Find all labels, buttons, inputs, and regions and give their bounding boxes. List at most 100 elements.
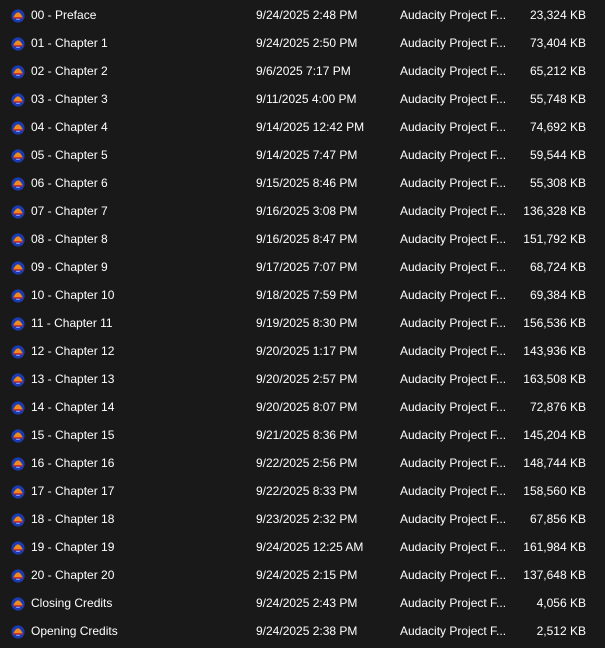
file-size: 4,056 KB — [536, 596, 586, 610]
file-list: 00 - Preface 9/24/2025 2:48 PM Audacity … — [0, 0, 605, 648]
file-date-modified: 9/11/2025 4:00 PM — [256, 92, 357, 106]
audacity-icon — [11, 597, 25, 611]
file-row[interactable]: 02 - Chapter 2 9/6/2025 7:17 PM Audacity… — [0, 57, 605, 85]
file-row[interactable]: 17 - Chapter 17 9/22/2025 8:33 PM Audaci… — [0, 477, 605, 505]
audacity-icon — [11, 149, 25, 163]
file-size: 137,648 KB — [523, 568, 586, 582]
file-row[interactable]: 01 - Chapter 1 9/24/2025 2:50 PM Audacit… — [0, 29, 605, 57]
file-row[interactable]: Opening Credits 9/24/2025 2:38 PM Audaci… — [0, 617, 605, 645]
file-date-modified: 9/14/2025 7:47 PM — [256, 148, 358, 162]
file-type: Audacity Project F... — [400, 232, 507, 246]
file-row[interactable]: 08 - Chapter 8 9/16/2025 8:47 PM Audacit… — [0, 225, 605, 253]
audacity-icon — [11, 261, 25, 275]
audacity-icon — [11, 429, 25, 443]
file-name: 15 - Chapter 15 — [31, 428, 115, 442]
file-row[interactable]: 09 - Chapter 9 9/17/2025 7:07 PM Audacit… — [0, 253, 605, 281]
audacity-icon — [11, 93, 25, 107]
file-type: Audacity Project F... — [400, 568, 507, 582]
file-type: Audacity Project F... — [400, 288, 507, 302]
file-size: 23,324 KB — [529, 8, 586, 22]
file-date-modified: 9/22/2025 2:56 PM — [256, 456, 358, 470]
audacity-icon — [11, 317, 25, 331]
file-date-modified: 9/15/2025 8:46 PM — [256, 176, 358, 190]
file-size: 136,328 KB — [523, 204, 586, 218]
file-name: 12 - Chapter 12 — [31, 344, 115, 358]
file-size: 148,744 KB — [523, 456, 586, 470]
file-size: 143,936 KB — [523, 344, 586, 358]
file-size: 74,692 KB — [529, 120, 586, 134]
file-type: Audacity Project F... — [400, 484, 507, 498]
file-name: 13 - Chapter 13 — [31, 372, 115, 386]
file-date-modified: 9/6/2025 7:17 PM — [256, 64, 351, 78]
file-row[interactable]: 18 - Chapter 18 9/23/2025 2:32 PM Audaci… — [0, 505, 605, 533]
file-name: 08 - Chapter 8 — [31, 232, 108, 246]
file-name: 09 - Chapter 9 — [31, 260, 108, 274]
file-size: 72,876 KB — [529, 400, 586, 414]
file-type: Audacity Project F... — [400, 36, 507, 50]
file-size: 67,856 KB — [529, 512, 586, 526]
file-name: 05 - Chapter 5 — [31, 148, 108, 162]
file-row[interactable]: 11 - Chapter 11 9/19/2025 8:30 PM Audaci… — [0, 309, 605, 337]
audacity-icon — [11, 177, 25, 191]
file-date-modified: 9/14/2025 12:42 PM — [256, 120, 365, 134]
file-name: 01 - Chapter 1 — [31, 36, 108, 50]
file-date-modified: 9/20/2025 1:17 PM — [256, 344, 358, 358]
file-row[interactable]: 13 - Chapter 13 9/20/2025 2:57 PM Audaci… — [0, 365, 605, 393]
file-size: 65,212 KB — [529, 64, 586, 78]
file-type: Audacity Project F... — [400, 596, 507, 610]
file-size: 151,792 KB — [523, 232, 586, 246]
file-row[interactable]: 00 - Preface 9/24/2025 2:48 PM Audacity … — [0, 1, 605, 29]
audacity-icon — [11, 345, 25, 359]
file-row[interactable]: 07 - Chapter 7 9/16/2025 3:08 PM Audacit… — [0, 197, 605, 225]
audacity-icon — [11, 9, 25, 23]
file-row[interactable]: 20 - Chapter 20 9/24/2025 2:15 PM Audaci… — [0, 561, 605, 589]
file-name: 02 - Chapter 2 — [31, 64, 108, 78]
file-row[interactable]: 10 - Chapter 10 9/18/2025 7:59 PM Audaci… — [0, 281, 605, 309]
file-type: Audacity Project F... — [400, 540, 507, 554]
file-row[interactable]: 05 - Chapter 5 9/14/2025 7:47 PM Audacit… — [0, 141, 605, 169]
file-name: 07 - Chapter 7 — [31, 204, 108, 218]
file-name: 18 - Chapter 18 — [31, 512, 115, 526]
audacity-icon — [11, 541, 25, 555]
file-type: Audacity Project F... — [400, 316, 507, 330]
file-date-modified: 9/23/2025 2:32 PM — [256, 512, 358, 526]
file-row[interactable]: 04 - Chapter 4 9/14/2025 12:42 PM Audaci… — [0, 113, 605, 141]
file-date-modified: 9/21/2025 8:36 PM — [256, 428, 358, 442]
audacity-icon — [11, 205, 25, 219]
file-row[interactable]: 19 - Chapter 19 9/24/2025 12:25 AM Audac… — [0, 533, 605, 561]
file-row[interactable]: 12 - Chapter 12 9/20/2025 1:17 PM Audaci… — [0, 337, 605, 365]
file-date-modified: 9/19/2025 8:30 PM — [256, 316, 358, 330]
file-type: Audacity Project F... — [400, 624, 507, 638]
file-row[interactable]: 06 - Chapter 6 9/15/2025 8:46 PM Audacit… — [0, 169, 605, 197]
file-size: 161,984 KB — [523, 540, 586, 554]
file-name: 16 - Chapter 16 — [31, 456, 115, 470]
file-date-modified: 9/16/2025 8:47 PM — [256, 232, 358, 246]
file-date-modified: 9/20/2025 8:07 PM — [256, 400, 358, 414]
file-type: Audacity Project F... — [400, 8, 507, 22]
file-row[interactable]: Closing Credits 9/24/2025 2:43 PM Audaci… — [0, 589, 605, 617]
file-row[interactable]: 03 - Chapter 3 9/11/2025 4:00 PM Audacit… — [0, 85, 605, 113]
file-type: Audacity Project F... — [400, 204, 507, 218]
file-size: 55,748 KB — [529, 92, 586, 106]
file-row[interactable]: 15 - Chapter 15 9/21/2025 8:36 PM Audaci… — [0, 421, 605, 449]
file-date-modified: 9/24/2025 2:38 PM — [256, 624, 358, 638]
audacity-icon — [11, 37, 25, 51]
audacity-icon — [11, 289, 25, 303]
file-type: Audacity Project F... — [400, 372, 507, 386]
file-row[interactable]: 14 - Chapter 14 9/20/2025 8:07 PM Audaci… — [0, 393, 605, 421]
file-type: Audacity Project F... — [400, 64, 507, 78]
file-date-modified: 9/20/2025 2:57 PM — [256, 372, 358, 386]
file-size: 68,724 KB — [529, 260, 586, 274]
audacity-icon — [11, 485, 25, 499]
file-type: Audacity Project F... — [400, 344, 507, 358]
file-date-modified: 9/24/2025 2:43 PM — [256, 596, 358, 610]
file-name: 06 - Chapter 6 — [31, 176, 108, 190]
file-size: 59,544 KB — [529, 148, 586, 162]
file-type: Audacity Project F... — [400, 512, 507, 526]
file-name: 11 - Chapter 11 — [31, 316, 113, 330]
file-date-modified: 9/18/2025 7:59 PM — [256, 288, 358, 302]
file-row[interactable]: 16 - Chapter 16 9/22/2025 2:56 PM Audaci… — [0, 449, 605, 477]
file-size: 69,384 KB — [529, 288, 586, 302]
file-name: 04 - Chapter 4 — [31, 120, 108, 134]
file-date-modified: 9/16/2025 3:08 PM — [256, 204, 358, 218]
